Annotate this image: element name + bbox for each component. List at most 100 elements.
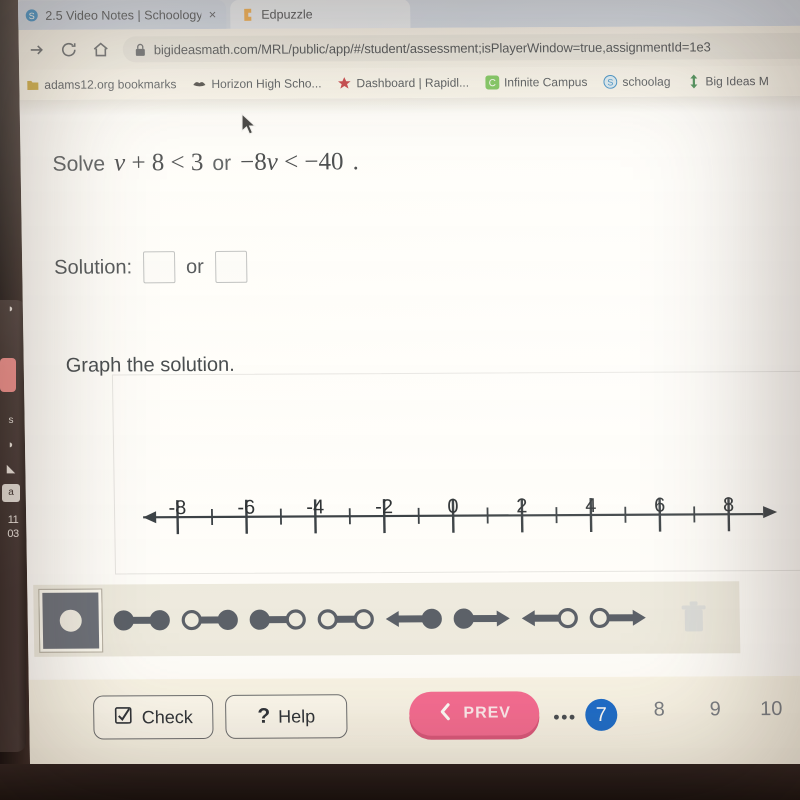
schoology-s-icon: S (603, 74, 618, 89)
number-line-svg[interactable] (113, 372, 800, 576)
reload-icon[interactable] (59, 40, 79, 60)
solution-conjunction: or (185, 255, 205, 278)
expression-one: v + 8 < 3 (113, 149, 204, 177)
svg-text:C: C (488, 78, 495, 89)
solution-input-2[interactable] (214, 250, 248, 283)
left-ray-closed-tool[interactable] (379, 589, 448, 649)
browser-window: S 2.5 Video Notes | Schoology × Edpuzzle (18, 0, 800, 770)
home-icon[interactable] (91, 40, 111, 60)
solution-input-1[interactable] (142, 251, 176, 284)
chevron-left-icon (437, 701, 453, 726)
close-icon[interactable]: × (209, 7, 217, 22)
bookmark-label: Big Ideas M (705, 74, 769, 89)
tab-edpuzzle[interactable]: Edpuzzle (230, 0, 411, 29)
mouse-cursor (241, 112, 259, 137)
delete-tool[interactable] (659, 587, 728, 647)
open-open-segment-tool[interactable] (311, 589, 380, 649)
tab-title: 2.5 Video Notes | Schoology (45, 7, 202, 23)
right-ray-closed-tool[interactable] (447, 588, 516, 648)
bookmarks-bar: adams12.org bookmarks Horizon High Scho.… (19, 65, 800, 100)
bookmark-infinite-campus[interactable]: C Infinite Campus (484, 75, 588, 90)
tick-label--8: -8 (168, 497, 187, 520)
page-number-8[interactable]: 8 (641, 699, 677, 722)
closed-closed-segment-tool[interactable] (107, 590, 176, 650)
bookmark-label: schoolag (622, 74, 671, 89)
right-ray-open-tool[interactable] (583, 588, 652, 648)
lock-icon (133, 42, 147, 56)
bookmark-dashboard[interactable]: Dashboard | Rapidl... (337, 76, 469, 91)
tick-label--4: -4 (306, 496, 325, 519)
solution-label: Solution: (54, 255, 133, 279)
tick-label-4: 4 (585, 494, 597, 518)
tab-strip: S 2.5 Video Notes | Schoology × Edpuzzle (18, 0, 800, 31)
prev-button-label: PREV (463, 704, 512, 722)
help-button[interactable]: ? Help (224, 694, 348, 739)
dock-icon-d[interactable]: a (2, 484, 20, 502)
help-button-label: Help (278, 705, 316, 727)
dock-clock-minute: 03 (7, 528, 19, 540)
desk-bottom-edge (0, 764, 800, 800)
checkbox-icon (114, 705, 134, 730)
dock-clock-hour: 11 (7, 514, 19, 526)
tick-label--6: -6 (237, 496, 256, 519)
question-mark-icon: ? (257, 704, 271, 728)
address-bar[interactable]: bigideasmath.com/MRL/public/app/#/studen… (122, 32, 800, 63)
open-closed-segment-tool[interactable] (175, 590, 244, 650)
edpuzzle-icon (240, 7, 254, 21)
forward-arrow-icon[interactable] (27, 40, 47, 60)
bookmark-big-ideas-math[interactable]: Big Ideas M (686, 74, 769, 89)
closed-open-segment-tool[interactable] (243, 589, 312, 649)
os-dock[interactable]: ◗ s ◗ ◣ a 11 03 (0, 300, 26, 752)
tick-label-6: 6 (653, 494, 666, 517)
question-conjunction: or (212, 151, 232, 175)
bookmark-label: Infinite Campus (503, 75, 588, 90)
page-top-shadow (19, 95, 800, 116)
check-button-label: Check (141, 706, 193, 727)
tick-label--2: -2 (375, 496, 394, 519)
bookmark-adams12[interactable]: adams12.org bookmarks (25, 77, 177, 92)
action-bar: Check ? Help PREV ••• 7 8 9 10 (28, 675, 800, 770)
dock-icon-c[interactable]: ◣ (2, 460, 20, 478)
tick-label-0: 0 (447, 495, 459, 518)
page-number-9[interactable]: 9 (697, 698, 733, 721)
campus-c-icon: C (484, 75, 500, 90)
expression-two: −8v < −40 (239, 148, 344, 176)
folder-icon (25, 78, 39, 92)
bookmark-label: Dashboard | Rapidl... (356, 75, 470, 91)
tick-label-2: 2 (516, 495, 528, 518)
bigideas-icon (686, 74, 700, 89)
dock-icon-s[interactable]: s (2, 412, 20, 430)
left-ray-open-tool[interactable] (515, 588, 584, 648)
dock-icon-highlight[interactable] (0, 358, 16, 392)
tab-schoology[interactable]: S 2.5 Video Notes | Schoology × (18, 0, 227, 31)
question-verb: Solve (52, 152, 106, 176)
svg-text:S: S (607, 77, 613, 87)
graph-tool-palette[interactable] (33, 581, 741, 657)
screen-photo: ◗ s ◗ ◣ a 11 03 S 2.5 Video Notes | Scho… (0, 0, 800, 800)
page-number-7[interactable]: 7 (585, 698, 618, 731)
tick-label-8: 8 (722, 494, 735, 517)
question-prompt: Solve v + 8 < 3 or −8v < −40 . (52, 148, 359, 178)
bookmark-horizon[interactable]: Horizon High Scho... (192, 76, 322, 91)
svg-text:S: S (28, 11, 34, 21)
dock-icon-b[interactable]: ◗ (2, 436, 20, 454)
assessment-page: Solve v + 8 < 3 or −8v < −40 . Solution:… (19, 95, 800, 770)
hawk-icon (192, 77, 206, 91)
check-button[interactable]: Check (92, 694, 214, 740)
bookmark-label: adams12.org bookmarks (44, 77, 177, 92)
schoology-icon: S (24, 8, 38, 22)
dock-icon-a[interactable]: ◗ (2, 300, 20, 318)
question-period: . (352, 148, 359, 176)
solution-row: Solution: or (54, 250, 248, 284)
tab-title: Edpuzzle (261, 6, 313, 22)
browser-toolbar: bigideasmath.com/MRL/public/app/#/studen… (18, 25, 800, 70)
prev-button[interactable]: PREV (408, 691, 540, 736)
bookmark-schoolag[interactable]: S schoolag (603, 74, 671, 89)
open-point-tool[interactable] (38, 588, 104, 653)
number-line-panel[interactable]: -8 -6 -4 -2 0 2 4 6 8 (111, 370, 800, 576)
bookmark-label: Horizon High Scho... (211, 76, 322, 91)
address-bar-text: bigideasmath.com/MRL/public/app/#/studen… (153, 38, 711, 57)
star-icon (337, 76, 351, 90)
page-number-10[interactable]: 10 (753, 698, 789, 721)
page-ellipsis[interactable]: ••• (553, 707, 577, 728)
